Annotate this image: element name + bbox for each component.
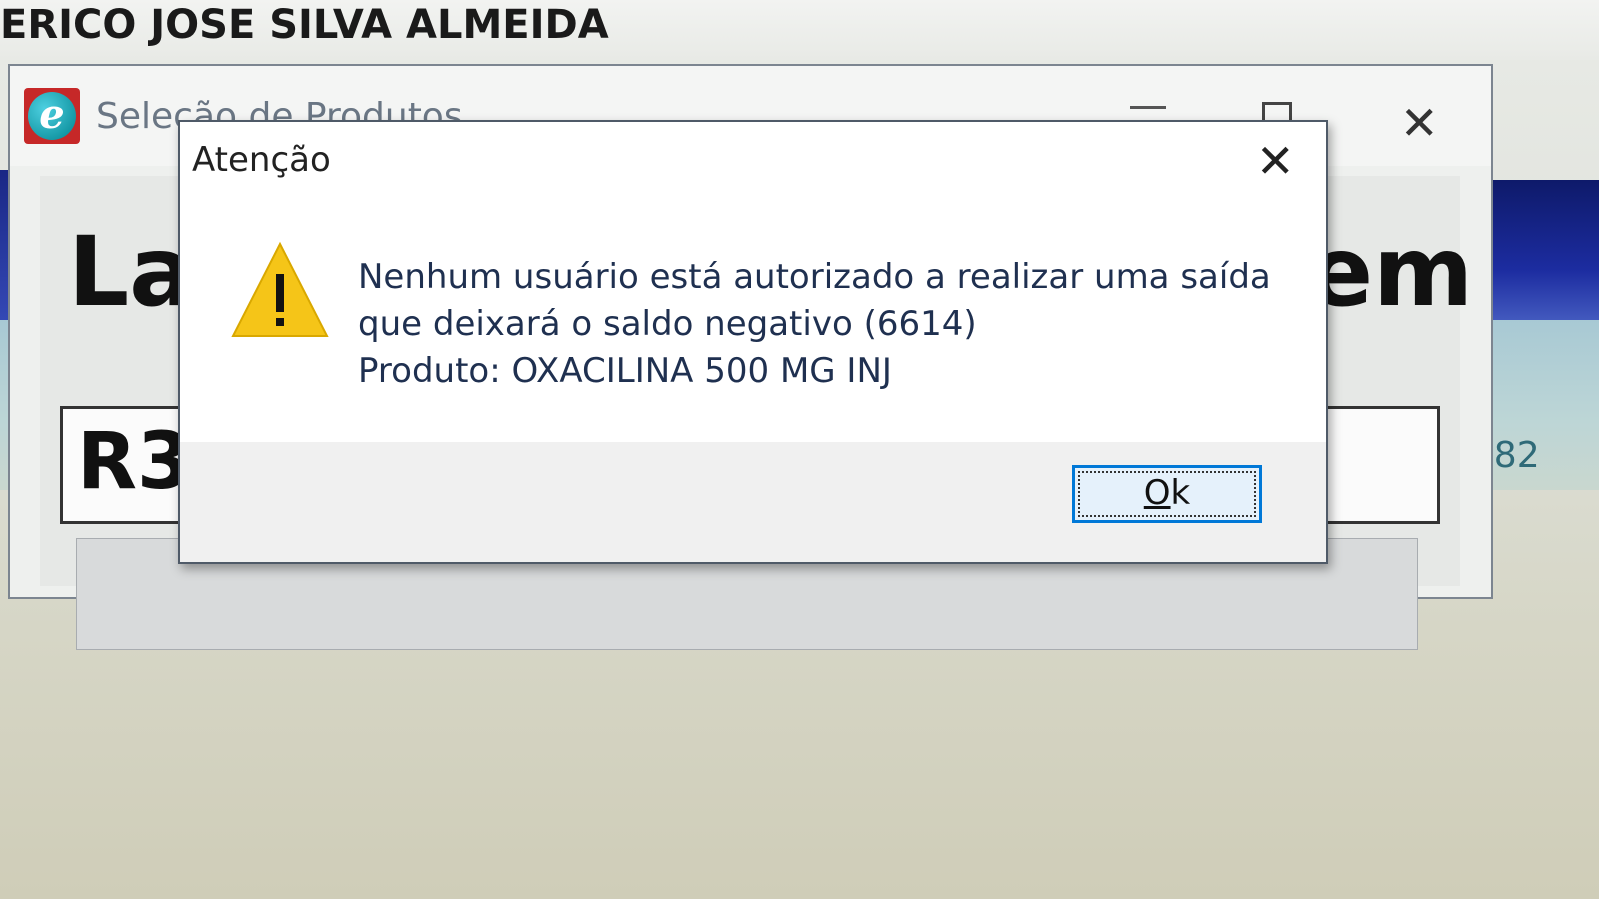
warning-icon — [231, 241, 329, 337]
big-label-right: em — [1308, 216, 1474, 328]
ok-label-rest: k — [1170, 473, 1191, 513]
product-code-value: R3 — [77, 417, 192, 507]
big-label-left: La — [68, 216, 194, 328]
app-e-icon: e — [24, 88, 80, 144]
user-name-header: ERICO JOSE SILVA ALMEIDA — [0, 0, 1599, 60]
ok-button[interactable]: Ok — [1072, 465, 1262, 523]
dialog-title: Atenção — [192, 140, 331, 180]
message-line: Nenhum usuário está autorizado a realiza… — [358, 257, 1271, 297]
right-blue-band — [1480, 180, 1599, 330]
back-close-icon[interactable]: ✕ — [1400, 96, 1439, 150]
user-name: ERICO JOSE SILVA ALMEIDA — [0, 2, 609, 48]
dialog-message: Nenhum usuário está autorizado a realiza… — [358, 254, 1271, 395]
attention-dialog: Atenção ✕ Nenhum usuário está autorizado… — [178, 120, 1328, 564]
dialog-close-icon[interactable]: ✕ — [1256, 138, 1295, 184]
message-line: que deixará o saldo negativo (6614) — [358, 304, 977, 344]
message-line: Produto: OXACILINA 500 MG INJ — [358, 351, 892, 391]
ok-mnemonic: O — [1143, 473, 1171, 513]
minimize-icon[interactable] — [1130, 106, 1166, 109]
